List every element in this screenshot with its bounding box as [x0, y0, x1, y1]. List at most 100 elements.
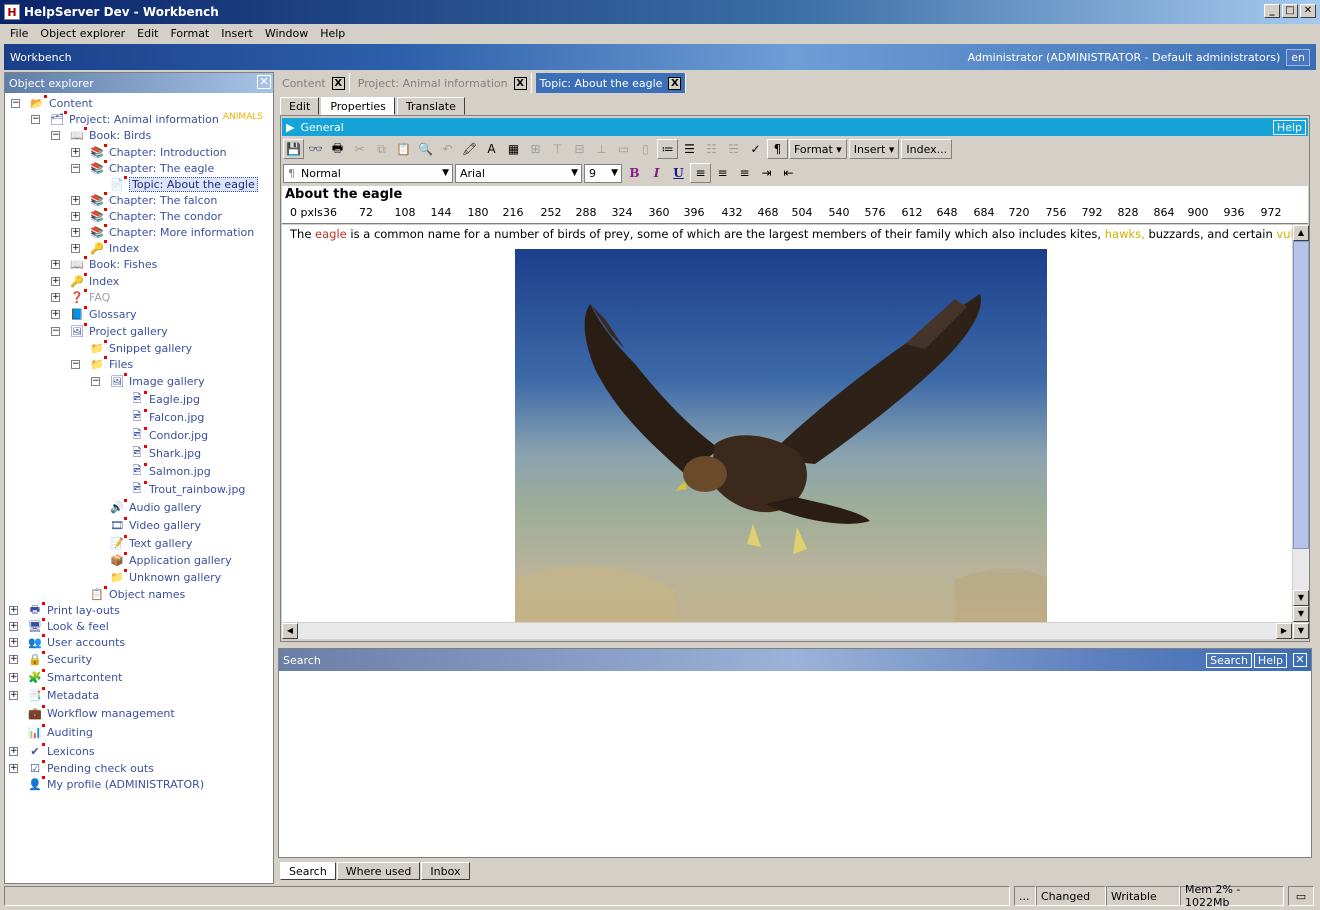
tree-node[interactable]: 🗂 Project: Animal information ANIMALS — [49, 110, 263, 128]
close-button[interactable]: ✕ — [1300, 4, 1316, 18]
tree-node[interactable]: 📁 Files — [89, 355, 133, 373]
tree-node[interactable]: 📖 Book: Birds — [69, 126, 151, 144]
tree-node[interactable]: 💼 Workflow management — [27, 704, 175, 722]
tree-node[interactable]: 🖻 Trout_rainbow.jpg — [129, 480, 245, 498]
tree-node[interactable]: ☑ Pending check outs — [27, 759, 154, 777]
font-color-icon[interactable]: A — [481, 139, 502, 159]
menu-edit[interactable]: Edit — [131, 27, 164, 40]
insert-dropdown[interactable]: Insert ▾ — [848, 139, 900, 159]
size-select[interactable]: 9 ▼ — [584, 163, 622, 183]
tree-node[interactable]: 📚 Chapter: The condor — [89, 207, 222, 225]
gc-icon[interactable]: ▭ — [1288, 886, 1314, 906]
scroll-thumb[interactable] — [1293, 241, 1309, 549]
highlight-icon[interactable]: 🖍 — [459, 139, 480, 159]
spellcheck-icon[interactable]: ✓ — [745, 139, 766, 159]
tree-node[interactable]: 🖥 Look & feel — [27, 617, 109, 635]
close-tab-icon[interactable]: X — [513, 76, 527, 90]
expand-icon[interactable]: + — [71, 148, 80, 157]
tree-node[interactable]: 📚 Chapter: The falcon — [89, 191, 217, 209]
find-icon[interactable]: 🔍 — [415, 139, 436, 159]
align-center-icon[interactable]: ≡ — [712, 163, 733, 183]
expand-icon[interactable]: + — [51, 293, 60, 302]
menu-file[interactable]: File — [4, 27, 34, 40]
tree-node[interactable]: 🔑 Index — [69, 272, 119, 290]
expand-icon[interactable]: + — [9, 673, 18, 682]
tree-node[interactable]: 🖻 Condor.jpg — [129, 426, 208, 444]
tree-node[interactable]: 👤 My profile (ADMINISTRATOR) — [27, 775, 204, 793]
maximize-button[interactable]: □ — [1282, 4, 1298, 18]
vertical-scrollbar[interactable]: ▲ ▼ ▼ — [1293, 225, 1309, 622]
tab-properties[interactable]: Properties — [321, 97, 395, 115]
hawks-link[interactable]: hawks, — [1105, 227, 1145, 241]
scroll-page-down-icon[interactable]: ▼ — [1293, 606, 1309, 622]
tree-node[interactable]: 🖶 Print lay-outs — [27, 601, 120, 619]
scroll-down-icon[interactable]: ▼ — [1293, 590, 1309, 606]
insert-row-icon[interactable]: ⊞ — [525, 139, 546, 159]
expand-icon[interactable]: ▶ — [286, 121, 294, 134]
tree-node[interactable]: 📚 Chapter: Introduction — [89, 143, 227, 161]
general-help-button[interactable]: Help — [1272, 119, 1306, 135]
tree-node[interactable]: 📝 Text gallery — [109, 534, 192, 552]
table-icon[interactable]: ▦ — [503, 139, 524, 159]
expand-icon[interactable]: + — [9, 655, 18, 664]
numbered-list-icon[interactable]: ≔ — [657, 139, 678, 159]
expand-icon[interactable]: + — [9, 764, 18, 773]
tree-node[interactable]: 🎞 Video gallery — [109, 516, 201, 534]
collapse-icon[interactable]: − — [91, 377, 100, 386]
collapse-icon[interactable]: − — [71, 164, 80, 173]
scroll-corner-icon[interactable]: ▼ — [1293, 623, 1309, 639]
tree-node[interactable]: 📋 Object names — [89, 585, 185, 603]
pilcrow-icon[interactable]: ¶ — [767, 139, 788, 159]
merge-cells-icon[interactable]: ▭ — [613, 139, 634, 159]
bullet-list-icon[interactable]: ☰ — [679, 139, 700, 159]
tab-translate[interactable]: Translate — [396, 97, 465, 115]
insert-column-icon[interactable]: ⊤ — [547, 139, 568, 159]
close-icon[interactable]: ✕ — [1293, 653, 1307, 667]
collapse-icon[interactable]: − — [71, 360, 80, 369]
tree-node[interactable]: 🧩 Smartcontent — [27, 668, 122, 686]
tab-topic[interactable]: Topic: About the eagle X — [535, 73, 687, 93]
collapse-icon[interactable]: − — [11, 99, 20, 108]
scroll-up-icon[interactable]: ▲ — [1293, 225, 1309, 241]
menu-help[interactable]: Help — [314, 27, 351, 40]
cut-icon[interactable]: ✂ — [349, 139, 370, 159]
language-button[interactable]: en — [1286, 48, 1310, 66]
eagle-image[interactable] — [515, 249, 1047, 622]
eagle-link[interactable]: eagle — [315, 227, 347, 241]
tree-node[interactable]: 🔒 Security — [27, 650, 92, 668]
print-icon[interactable]: 🖶 — [327, 139, 348, 159]
menu-insert[interactable]: Insert — [215, 27, 259, 40]
editor-content[interactable]: The eagle is a common name for a number … — [282, 225, 1292, 622]
expand-icon[interactable]: + — [71, 212, 80, 221]
format-dropdown[interactable]: Format ▾ — [789, 139, 847, 159]
style-select[interactable]: ¶ Normal ▼ — [283, 163, 453, 183]
index-button[interactable]: Index... — [901, 139, 953, 159]
tree-node[interactable]: 📦 Application gallery — [109, 551, 232, 569]
tree-node[interactable]: 📊 Auditing — [27, 723, 93, 741]
tree-node[interactable]: 🖻 Eagle.jpg — [129, 390, 200, 408]
indent-icon[interactable]: ⇥ — [756, 163, 777, 183]
tree-node[interactable]: 📁 Snippet gallery — [89, 339, 192, 357]
menu-format[interactable]: Format — [164, 27, 215, 40]
preview-icon[interactable]: 👓 — [305, 139, 326, 159]
underline-button[interactable]: U — [668, 163, 689, 183]
expand-icon[interactable]: + — [71, 228, 80, 237]
tree-node[interactable]: 🖼 Project gallery — [69, 322, 168, 340]
delete-row-icon[interactable]: ⊟ — [569, 139, 590, 159]
tree-node[interactable]: 🖻 Salmon.jpg — [129, 462, 211, 480]
tree-node[interactable]: 📚 Chapter: The eagle — [89, 159, 214, 177]
tree-node[interactable]: 📑 Metadata — [27, 686, 99, 704]
align-right-icon[interactable]: ≡ — [734, 163, 755, 183]
expand-icon[interactable]: + — [51, 260, 60, 269]
expand-icon[interactable]: + — [71, 196, 80, 205]
tree-node[interactable]: 👥 User accounts — [27, 633, 125, 651]
tree-node[interactable]: 📖 Book: Fishes — [69, 255, 157, 273]
expand-icon[interactable]: + — [9, 606, 18, 615]
list-outdent-icon[interactable]: ☵ — [723, 139, 744, 159]
italic-button[interactable]: I — [646, 163, 667, 183]
tab-search[interactable]: Search — [280, 862, 336, 880]
copy-icon[interactable]: ⧉ — [371, 139, 392, 159]
menu-object-explorer[interactable]: Object explorer — [34, 27, 131, 40]
search-help-button[interactable]: Help — [1253, 652, 1287, 668]
align-left-icon[interactable]: ≡ — [690, 163, 711, 183]
